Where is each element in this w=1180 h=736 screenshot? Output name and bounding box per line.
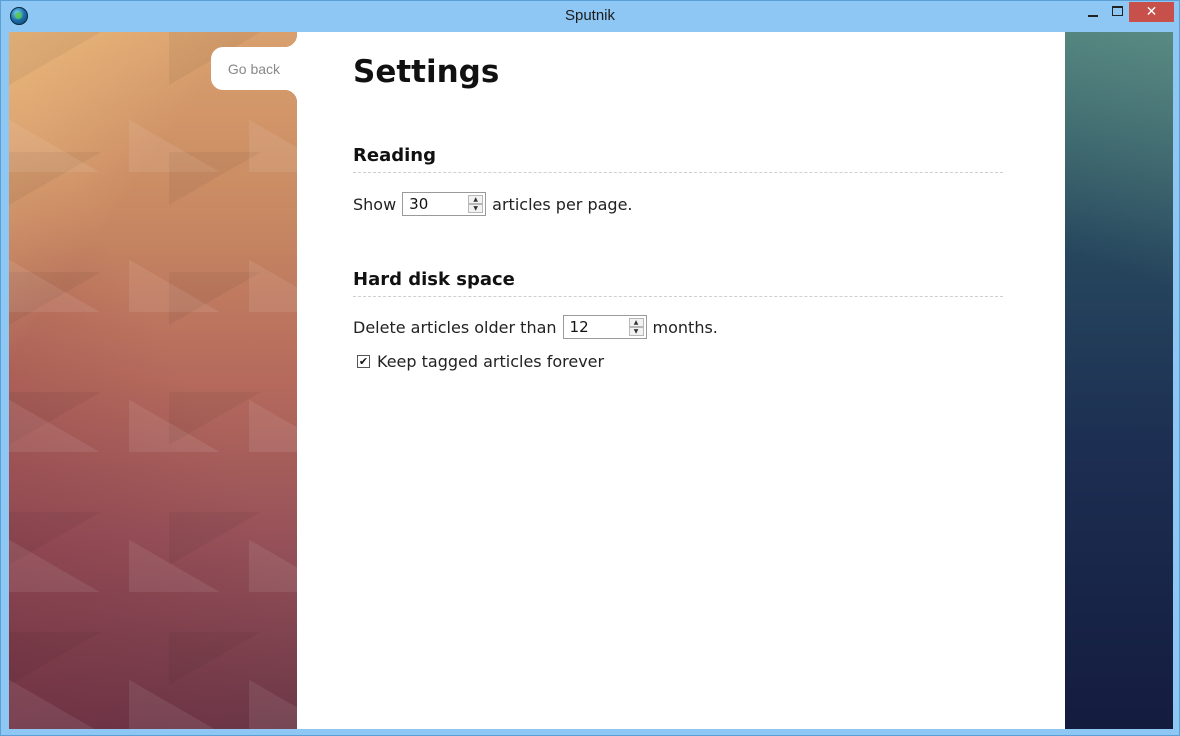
page-title: Settings (353, 54, 500, 90)
articles-per-page-row: Show ▲ ▼ articles per page. (353, 191, 633, 217)
close-button[interactable]: ✕ (1129, 2, 1174, 22)
stepper-up-icon[interactable]: ▲ (468, 195, 484, 204)
close-icon: ✕ (1145, 4, 1158, 20)
client-area: Go back Settings Reading Show ▲ ▼ articl… (9, 32, 1173, 729)
app-window: Sputnik ✕ Go back Settings Reading Show … (0, 0, 1180, 736)
maximize-button[interactable] (1104, 2, 1130, 22)
section-divider (353, 296, 1003, 297)
window-title: Sputnik (564, 7, 616, 24)
show-label: Show (353, 194, 397, 214)
keep-tagged-checkbox[interactable]: ✔ (357, 355, 370, 368)
settings-panel: Settings Reading Show ▲ ▼ articles per p… (297, 32, 1065, 729)
articles-per-page-stepper[interactable]: ▲ ▼ (402, 192, 487, 216)
go-back-button[interactable]: Go back (211, 35, 297, 102)
section-heading-reading: Reading (353, 145, 436, 166)
minimize-button[interactable] (1080, 2, 1106, 22)
stepper-down-icon[interactable]: ▼ (628, 327, 644, 336)
section-heading-disk-space: Hard disk space (353, 269, 515, 290)
checkmark-icon: ✔ (358, 355, 369, 368)
articles-per-page-label: articles per page. (492, 194, 633, 214)
delete-older-row: Delete articles older than ▲ ▼ months. (353, 314, 718, 340)
right-background-panel (1065, 32, 1173, 729)
title-bar[interactable]: Sputnik ✕ (1, 1, 1179, 32)
keep-tagged-row[interactable]: ✔ Keep tagged articles forever (357, 352, 604, 371)
stepper-up-icon[interactable]: ▲ (628, 318, 644, 327)
delete-older-label: Delete articles older than (353, 317, 557, 337)
stepper-down-icon[interactable]: ▼ (468, 204, 484, 213)
months-input[interactable] (563, 316, 632, 338)
left-background-panel (9, 32, 297, 729)
stepper-arrows: ▲ ▼ (468, 195, 484, 213)
maximize-icon (1111, 6, 1123, 16)
months-label: months. (652, 317, 718, 337)
months-stepper[interactable]: ▲ ▼ (562, 315, 647, 339)
section-divider (353, 172, 1003, 173)
keep-tagged-label: Keep tagged articles forever (377, 352, 605, 371)
articles-per-page-input[interactable] (403, 193, 472, 215)
stepper-arrows: ▲ ▼ (628, 318, 644, 336)
minimize-icon (1088, 15, 1098, 17)
